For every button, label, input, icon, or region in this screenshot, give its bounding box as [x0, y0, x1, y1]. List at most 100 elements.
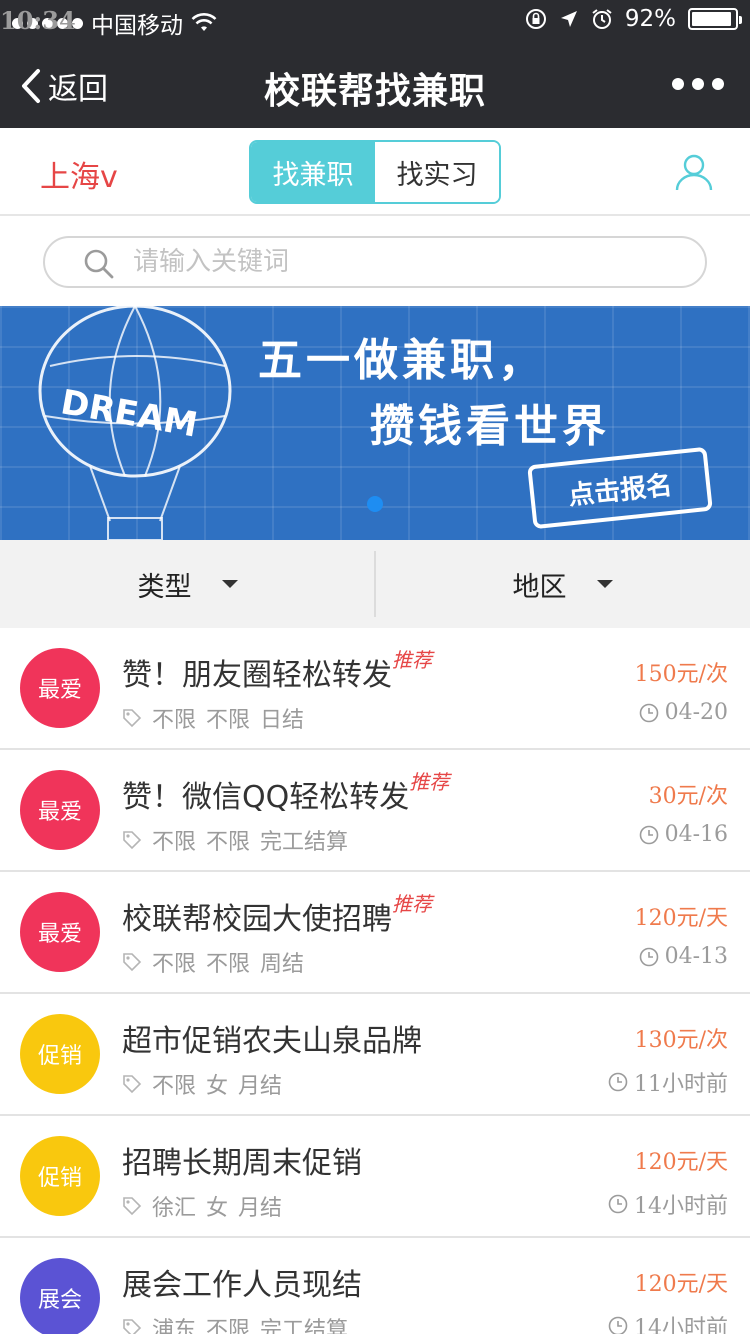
tag-icon	[123, 953, 142, 972]
job-meta: 不限 不限 完工结算	[122, 824, 348, 856]
segmented-tabs: 找兼职 找实习	[249, 140, 501, 204]
job-settlement: 完工结算	[260, 1318, 349, 1334]
filter-region[interactable]: 地区	[375, 540, 750, 628]
job-title: 校联帮校园大使招聘推荐	[122, 892, 432, 938]
job-title: 展会工作人员现结	[122, 1260, 362, 1304]
job-meta: 徐汇 女 月结	[122, 1190, 282, 1222]
tag-icon	[123, 831, 142, 850]
job-settlement: 月结	[238, 1196, 283, 1221]
job-title-text: 超市促销农夫山泉品牌	[122, 1024, 422, 1059]
job-time-text: 14小时前	[634, 1194, 728, 1219]
job-time: 11小时前	[608, 1066, 728, 1098]
category-badge: 促销	[20, 1136, 100, 1216]
nav-bar: 返回 校联帮找兼职	[0, 40, 750, 128]
job-pay: 30元/次	[648, 784, 728, 809]
clock-icon	[639, 947, 658, 966]
search-input[interactable]	[133, 244, 673, 280]
battery-percent: 92%	[624, 6, 676, 32]
rotation-lock-icon	[525, 9, 546, 29]
job-title-text: 招聘长期周末促销	[122, 1146, 362, 1181]
alarm-icon	[592, 9, 612, 29]
job-time: 04-13	[639, 944, 728, 969]
badge-label: 促销	[37, 1044, 82, 1069]
job-meta: 不限 女 月结	[122, 1068, 282, 1100]
top-bar: 中国移动 10:34 92% 返回 校联帮找兼职	[0, 0, 750, 128]
job-title: 赞！微信QQ轻松转发推荐	[122, 770, 449, 816]
job-time: 04-20	[639, 700, 728, 725]
job-area: 不限	[152, 952, 197, 977]
badge-label: 展会	[37, 1288, 82, 1313]
user-icon[interactable]	[674, 152, 714, 192]
job-gender: 女	[206, 1074, 229, 1099]
job-title-text: 展会工作人员现结	[122, 1268, 362, 1303]
tag-icon	[123, 1197, 142, 1216]
job-pay: 130元/次	[634, 1028, 728, 1053]
tag-icon	[123, 1319, 142, 1334]
location-arrow-icon	[560, 11, 577, 27]
job-gender: 不限	[206, 952, 251, 977]
clock-icon	[608, 1072, 628, 1092]
job-meta: 不限 不限 日结	[122, 702, 304, 734]
job-meta: 不限 不限 周结	[122, 946, 304, 978]
balloon-label: DREAM	[58, 382, 201, 445]
search-section	[0, 218, 750, 306]
job-row[interactable]: 促销 超市促销农夫山泉品牌 不限 女 月结 130元/次 11小时前	[0, 994, 750, 1116]
banner-headline: 五一做兼职， 攒钱看世界	[258, 328, 610, 460]
badge-label: 促销	[37, 1166, 82, 1191]
category-badge: 最爱	[20, 892, 100, 972]
job-row[interactable]: 展会 展会工作人员现结 浦东 不限 完工结算 120元/天 14小时前	[0, 1238, 750, 1334]
tag-icon	[123, 1075, 142, 1094]
filter-region-label: 地区	[512, 571, 567, 603]
job-settlement: 月结	[238, 1074, 283, 1099]
job-row[interactable]: 最爱 赞！朋友圈轻松转发推荐 不限 不限 日结 150元/次 04-20	[0, 628, 750, 750]
tab-part-time[interactable]: 找兼职	[251, 142, 375, 202]
job-gender: 不限	[206, 708, 251, 733]
badge-label: 最爱	[37, 800, 82, 825]
job-row[interactable]: 促销 招聘长期周末促销 徐汇 女 月结 120元/天 14小时前	[0, 1116, 750, 1238]
job-pay: 120元/天	[634, 1150, 728, 1175]
job-pay: 150元/次	[634, 662, 728, 687]
category-badge: 最爱	[20, 648, 100, 728]
job-title: 超市促销农夫山泉品牌	[122, 1016, 422, 1060]
job-gender: 不限	[206, 1318, 251, 1334]
job-time: 14小时前	[608, 1188, 728, 1220]
job-title: 赞！朋友圈轻松转发推荐	[122, 648, 432, 694]
tab-internship[interactable]: 找实习	[375, 142, 499, 202]
carousel-indicator	[367, 496, 383, 512]
banner-line-1: 五一做兼职，	[258, 335, 546, 386]
search-icon	[84, 249, 114, 279]
more-menu-button[interactable]	[672, 78, 724, 90]
hot-air-balloon-illustration: DREAM	[38, 306, 232, 540]
job-pay: 120元/天	[634, 906, 728, 931]
job-settlement: 完工结算	[260, 830, 349, 855]
promo-banner[interactable]: DREAM 五一做兼职， 攒钱看世界 点击报名	[0, 306, 750, 540]
search-box	[43, 236, 707, 288]
caret-down-icon	[596, 580, 613, 588]
job-area: 不限	[152, 830, 197, 855]
job-row[interactable]: 最爱 赞！微信QQ轻松转发推荐 不限 不限 完工结算 30元/次 04-16	[0, 750, 750, 872]
page-title: 校联帮找兼职	[263, 71, 486, 112]
job-title-text: 赞！朋友圈轻松转发	[122, 658, 392, 693]
badge-label: 最爱	[37, 678, 82, 703]
job-gender: 不限	[206, 830, 251, 855]
job-settlement: 日结	[260, 708, 305, 733]
tabs-bar: 上海v 找兼职 找实习	[0, 128, 750, 216]
job-meta: 浦东 不限 完工结算	[122, 1312, 348, 1334]
job-title-text: 赞！微信QQ轻松转发	[122, 780, 410, 815]
category-badge: 展会	[20, 1258, 100, 1334]
filter-bar: 类型 地区	[0, 540, 750, 628]
job-row[interactable]: 最爱 校联帮校园大使招聘推荐 不限 不限 周结 120元/天 04-13	[0, 872, 750, 994]
filter-type[interactable]: 类型	[0, 540, 375, 628]
clock-icon	[639, 703, 658, 722]
job-pay: 120元/天	[634, 1272, 728, 1297]
filter-type-label: 类型	[137, 571, 192, 603]
job-area: 徐汇	[152, 1196, 197, 1221]
tag-icon	[123, 709, 142, 728]
city-selector[interactable]: 上海v	[40, 152, 118, 196]
battery-icon	[688, 8, 742, 30]
job-time-text: 11小时前	[634, 1072, 728, 1097]
status-bar: 中国移动 10:34 92%	[0, 0, 750, 40]
job-time-text: 04-13	[664, 944, 728, 969]
job-settlement: 周结	[260, 952, 305, 977]
clock-icon	[608, 1194, 628, 1214]
